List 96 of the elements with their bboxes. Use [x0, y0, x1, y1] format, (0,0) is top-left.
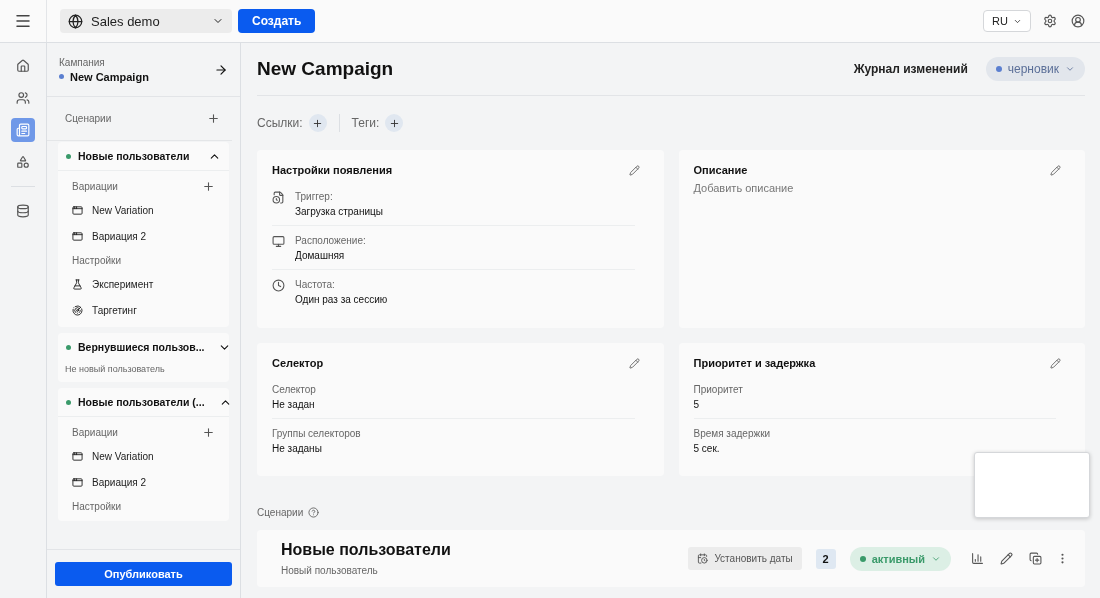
create-button[interactable]: Создать [238, 9, 316, 33]
section-label: Вариации [72, 180, 118, 192]
scenario-subtitle: Новый пользователь [281, 565, 379, 576]
plus-icon [388, 117, 400, 129]
page-title: New Campaign [257, 58, 395, 80]
field-value: 5 [693, 399, 701, 410]
calendar-icon [697, 553, 709, 564]
edit-button[interactable] [1000, 552, 1013, 565]
field-value: Не заданы [272, 443, 323, 454]
add-button[interactable] [202, 425, 215, 439]
pencil-icon [1050, 164, 1061, 176]
pencil-icon [1050, 357, 1061, 369]
set-dates-button[interactable]: Установить даты [688, 547, 802, 570]
field-value: Один раз за сессию [295, 294, 388, 305]
edit-button[interactable] [628, 164, 640, 176]
edit-button[interactable] [1050, 357, 1061, 369]
field-value: Домашняя [295, 250, 346, 261]
field-label: Время задержки [693, 428, 771, 439]
pencil-icon [1000, 552, 1013, 565]
sidebar-item[interactable]: Таргетинг [72, 297, 215, 323]
section-label: Сценарии [257, 506, 304, 518]
field-label: Частота: [295, 279, 336, 290]
add-link-button[interactable] [308, 114, 327, 132]
file-icon [272, 191, 285, 204]
duplicate-button[interactable] [1029, 552, 1042, 565]
scenario-subtitle: Не новый пользователь [65, 364, 165, 374]
field-value: Загрузка страницы [295, 206, 383, 217]
field-label: Приоритет [693, 384, 743, 395]
field-value: Не задан [272, 399, 316, 410]
campaign-label: Кампания [59, 56, 106, 68]
field-label: Селектор [272, 384, 316, 395]
edit-button[interactable] [628, 357, 640, 369]
section-label: Вариации [72, 426, 118, 438]
monitor-icon [272, 235, 285, 248]
chevron-down-icon [1065, 64, 1075, 74]
status-select[interactable]: черновик [985, 57, 1085, 81]
copy-plus-icon [1029, 552, 1042, 565]
window-icon [72, 230, 83, 242]
pencil-icon [628, 357, 640, 369]
field-label: Расположение: [295, 235, 366, 246]
plus-icon [312, 117, 324, 129]
campaign-name: New Campaign [70, 70, 149, 83]
links-label: Ссылки: [257, 116, 303, 130]
radar-icon [72, 304, 83, 316]
arrow-icon [214, 62, 228, 77]
pencil-icon [628, 164, 640, 176]
help-icon[interactable] [308, 506, 320, 518]
window-icon [72, 476, 83, 488]
language-select[interactable]: RU [983, 10, 1031, 32]
scenario-name[interactable]: Новые пользователи [78, 150, 190, 162]
tags-label: Теги: [351, 116, 380, 130]
window-icon [72, 204, 83, 216]
sidebar-item[interactable]: Вариация 2 [72, 223, 215, 249]
card-title: Селектор [272, 357, 324, 369]
add-tag-button[interactable] [385, 114, 404, 132]
chart-button[interactable] [971, 552, 984, 565]
add-button[interactable] [202, 179, 215, 193]
scenario-name: Новые пользователи [281, 541, 452, 559]
account-button[interactable] [1071, 14, 1085, 28]
scenario-name[interactable]: Новые пользователи (... [78, 396, 205, 408]
section-label: Настройки [72, 254, 122, 266]
count-badge: 2 [815, 548, 836, 569]
edit-button[interactable] [1050, 164, 1061, 176]
flask-icon [72, 278, 83, 290]
card-title: Настройки появления [272, 164, 393, 176]
window-icon [72, 450, 83, 462]
section-label: Сценарии [65, 113, 112, 124]
changelog-link[interactable]: Журнал изменений [853, 62, 968, 76]
add-button[interactable] [207, 112, 220, 125]
plus-icon [202, 179, 215, 193]
clock-icon [272, 279, 285, 292]
workspace-select[interactable]: Sales demo [60, 9, 232, 33]
plus-icon [202, 425, 215, 439]
field-value: 5 сек. [693, 443, 721, 454]
plus-icon [207, 112, 220, 125]
publish-button[interactable]: Опубликовать [55, 562, 232, 586]
field-label: Группы селекторов [272, 428, 361, 439]
arrow-right-icon[interactable] [214, 62, 228, 77]
card-title: Приоритет и задержка [693, 357, 816, 369]
field-label: Триггер: [295, 191, 334, 202]
sidebar-item[interactable]: Эксперимент [72, 271, 215, 297]
card-title: Описание [693, 164, 748, 176]
scenario-name[interactable]: Вернувшиеся пользов... [78, 341, 205, 353]
description-hint: Добавить описание [693, 182, 795, 194]
chart-icon [971, 552, 984, 565]
sidebar-item[interactable]: New Variation [72, 197, 215, 223]
sidebar-item[interactable]: New Variation [72, 443, 215, 469]
globe-icon [68, 13, 83, 29]
settings-icon [1043, 14, 1057, 28]
section-label: Настройки [72, 500, 122, 512]
status-dot [59, 74, 64, 79]
user-icon [1071, 14, 1085, 28]
sidebar-item[interactable]: Вариация 2 [72, 469, 215, 495]
list-icon[interactable] [11, 118, 35, 142]
menu-icon [14, 12, 32, 30]
settings-button[interactable] [1043, 14, 1057, 28]
